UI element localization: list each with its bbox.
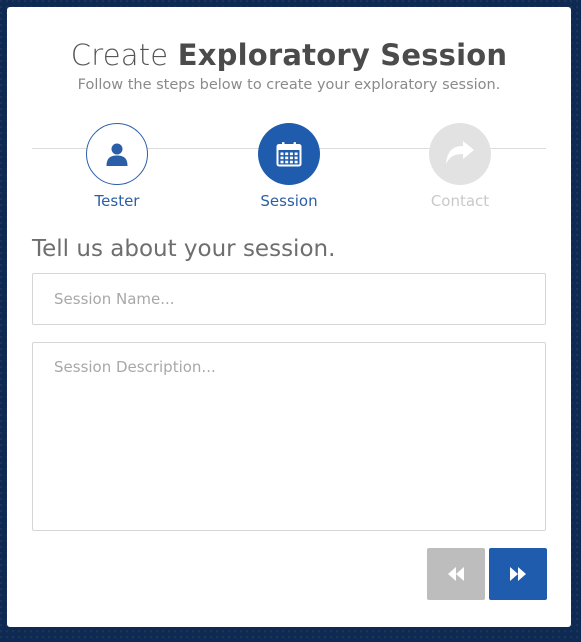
step-contact-circle[interactable] <box>429 123 491 185</box>
step-tester-circle[interactable] <box>86 123 148 185</box>
next-button[interactable] <box>489 548 547 600</box>
fast-forward-icon <box>510 567 526 581</box>
page-title: Create Exploratory Session <box>7 38 571 72</box>
step-tester-label: Tester <box>94 192 140 210</box>
step-tester[interactable]: Tester <box>57 123 177 210</box>
session-description-textarea[interactable] <box>32 342 546 531</box>
share-arrow-icon <box>446 141 474 164</box>
back-button[interactable] <box>427 548 485 600</box>
title-bold: Exploratory Session <box>177 38 508 72</box>
user-icon <box>106 143 128 166</box>
section-heading: Tell us about your session. <box>32 236 336 262</box>
step-session[interactable]: Session <box>229 123 349 210</box>
step-contact-label: Contact <box>430 192 490 210</box>
step-session-label: Session <box>260 192 318 210</box>
session-name-input[interactable] <box>32 273 546 325</box>
calendar-icon <box>276 142 302 167</box>
page-subtitle: Follow the steps below to create your ex… <box>77 77 501 93</box>
fast-backward-icon <box>448 567 464 581</box>
create-session-card: Create Exploratory Session Follow the st… <box>7 7 571 627</box>
title-light: Create <box>70 38 169 72</box>
step-session-circle[interactable] <box>258 123 320 185</box>
step-contact[interactable]: Contact <box>400 123 520 210</box>
